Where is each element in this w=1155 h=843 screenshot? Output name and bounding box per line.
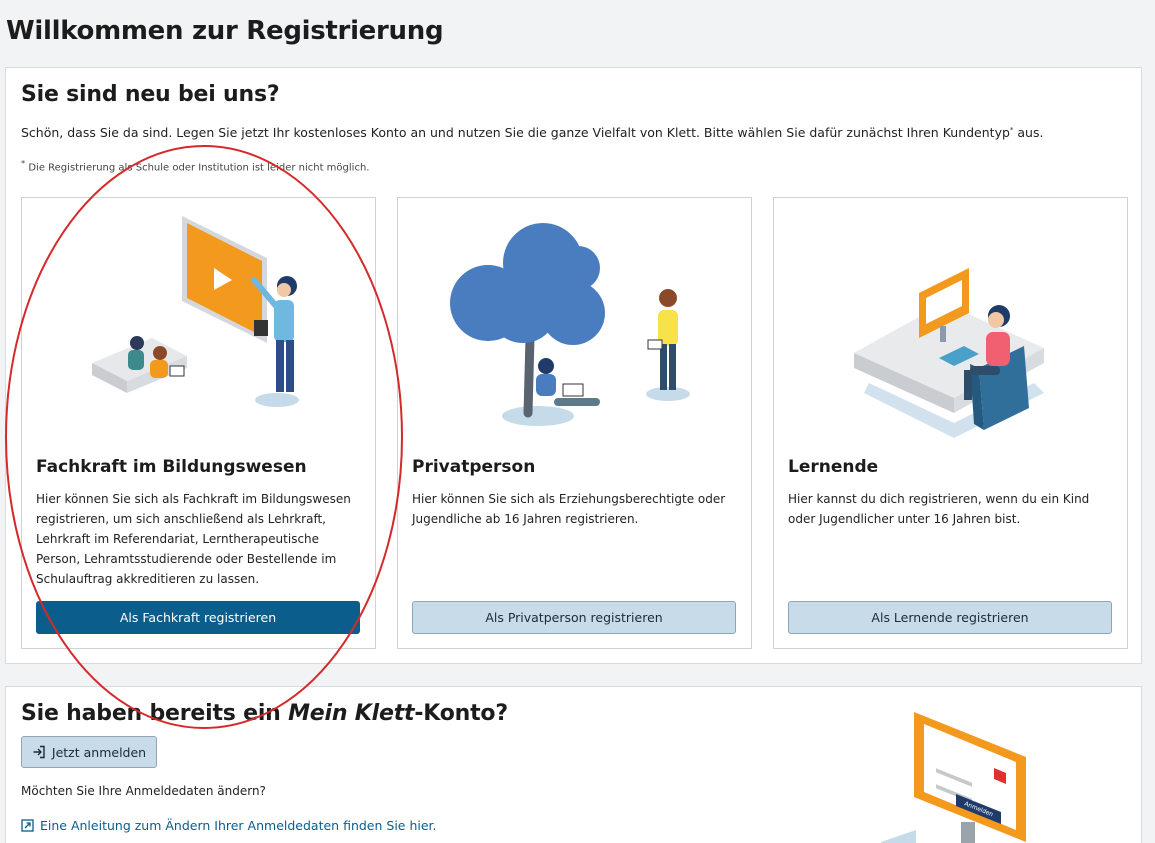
intro-text: Schön, dass Sie da sind. Legen Sie jetzt… <box>21 125 1010 140</box>
login-button-label: Jetzt anmelden <box>51 744 147 760</box>
register-privatperson-button[interactable]: Als Privatperson registrieren <box>412 601 736 634</box>
registration-intro: Schön, dass Sie da sind. Legen Sie jetzt… <box>21 125 1043 140</box>
register-fachkraft-button[interactable]: Als Fachkraft registrieren <box>36 601 360 634</box>
page-title: Willkommen zur Registrierung <box>6 16 444 46</box>
footnote-text: Die Registrierung als Schule oder Instit… <box>25 162 370 174</box>
login-heading: Sie haben bereits ein Mein Klett-Konto? <box>21 701 508 726</box>
login-computer-illustration: Anmelden <box>881 712 1026 843</box>
card-privatperson: Privatperson Hier können Sie sich als Er… <box>397 197 752 649</box>
footnote: * Die Registrierung als Schule oder Inst… <box>21 158 369 173</box>
card-lernende: Lernende Hier kannst du dich registriere… <box>773 197 1128 649</box>
card-fachkraft: Fachkraft im Bildungswesen Hier können S… <box>21 197 376 649</box>
card-title: Fachkraft im Bildungswesen <box>36 457 307 477</box>
registration-panel: Sie sind neu bei uns? Schön, dass Sie da… <box>5 67 1142 664</box>
card-title: Privatperson <box>412 457 536 477</box>
login-heading-brand: Mein Klett <box>288 701 415 726</box>
change-credentials-link[interactable]: Eine Anleitung zum Ändern Ihrer Anmelded… <box>21 818 437 833</box>
tree-reading-illustration <box>450 223 690 426</box>
login-arrow-icon <box>33 745 45 759</box>
card-description: Hier können Sie sich als Fachkraft im Bi… <box>36 492 351 586</box>
external-link-icon <box>21 819 34 832</box>
login-heading-post: -Konto? <box>414 701 508 726</box>
change-credentials-link-text: Eine Anleitung zum Ändern Ihrer Anmelded… <box>40 818 437 833</box>
intro-text-end: aus. <box>1013 125 1044 140</box>
login-button[interactable]: Jetzt anmelden <box>21 736 157 768</box>
register-lernende-button[interactable]: Als Lernende registrieren <box>788 601 1112 634</box>
student-desk-illustration <box>854 268 1044 438</box>
card-description: Hier kannst du dich registrieren, wenn d… <box>788 492 1090 526</box>
login-heading-pre: Sie haben bereits ein <box>21 701 289 726</box>
login-panel: Sie haben bereits ein Mein Klett-Konto? … <box>5 686 1142 843</box>
card-title: Lernende <box>788 457 879 477</box>
registration-heading: Sie sind neu bei uns? <box>21 82 280 107</box>
change-credentials-question: Möchten Sie Ihre Anmeldedaten ändern? <box>21 784 266 798</box>
card-description: Hier können Sie sich als Erziehungsberec… <box>412 492 726 526</box>
teacher-illustration <box>92 216 299 407</box>
